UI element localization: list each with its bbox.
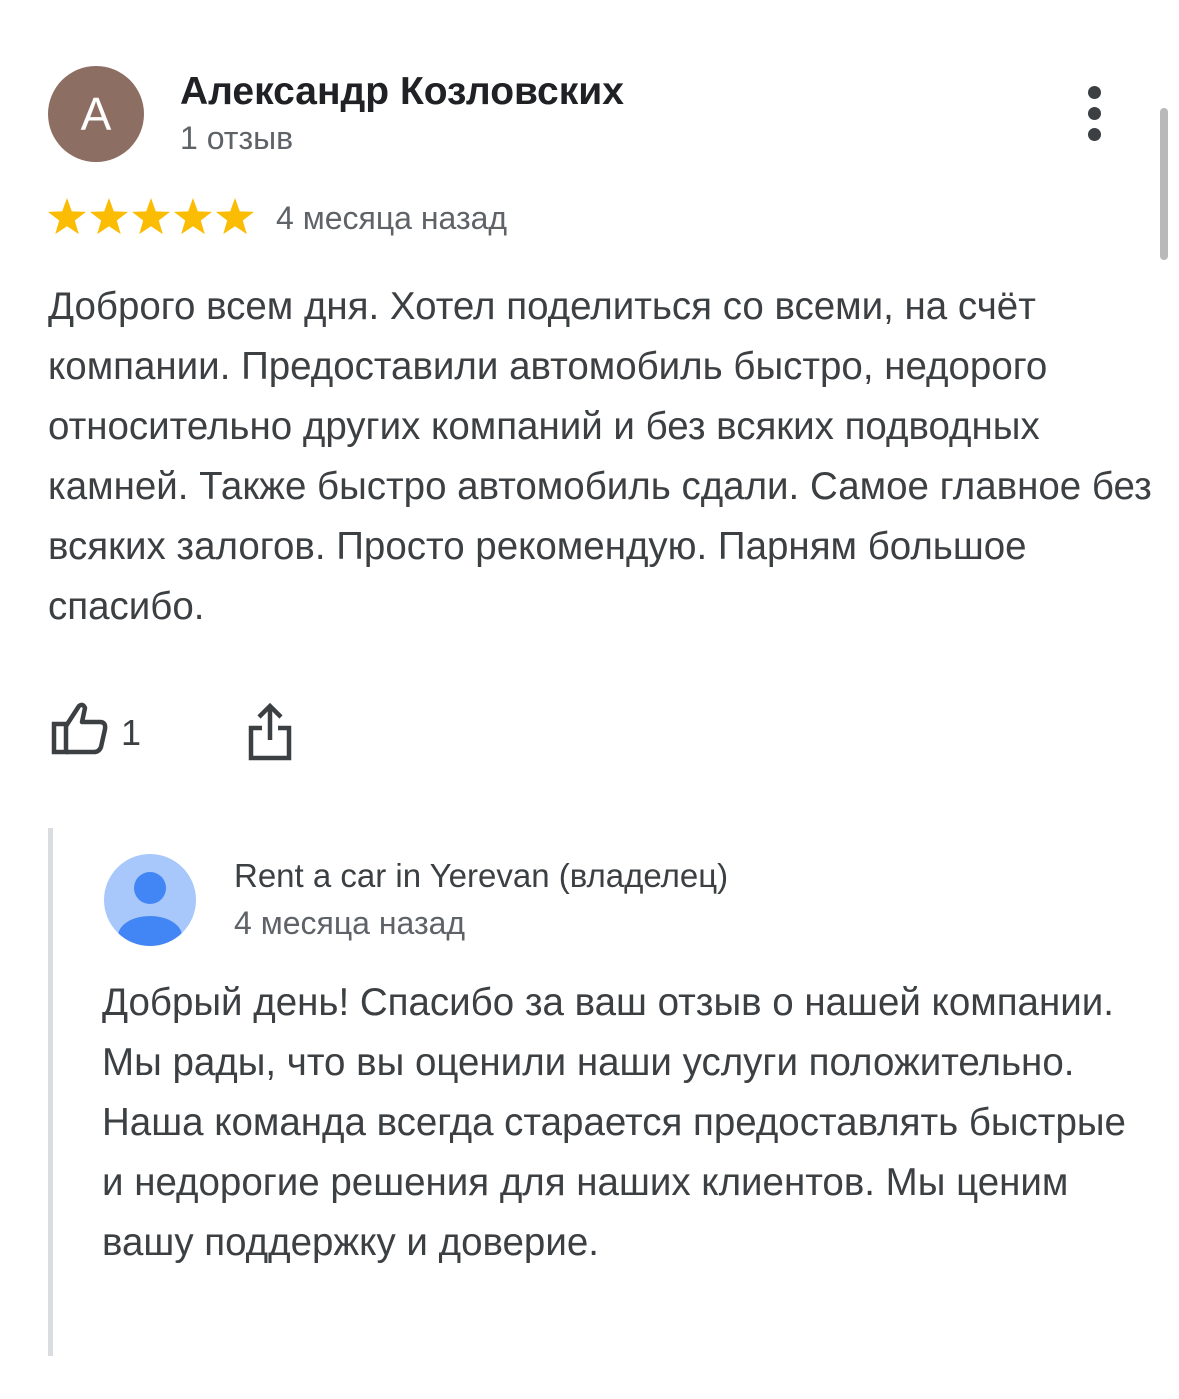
star-rating	[46, 196, 256, 240]
share-button[interactable]	[246, 702, 294, 762]
owner-reply-date: 4 месяца назад	[234, 905, 466, 941]
reviewer-name[interactable]: Александр Козловских	[180, 70, 624, 114]
review-date: 4 месяца назад	[276, 200, 508, 236]
like-button[interactable]	[50, 700, 110, 756]
review-count: 1 отзыв	[180, 120, 294, 156]
like-count: 1	[121, 712, 142, 753]
reply-divider	[48, 828, 53, 1356]
more-options-button[interactable]	[1075, 82, 1115, 146]
owner-name[interactable]: Rent a car in Yerevan (владелец)	[234, 857, 728, 895]
star-icon	[47, 198, 87, 235]
star-icon	[215, 198, 255, 235]
star-icon	[131, 198, 171, 235]
star-icon	[89, 198, 129, 235]
avatar[interactable]: A	[48, 66, 144, 162]
review-text: Доброго всем дня. Хотел поделиться со вс…	[48, 285, 1152, 628]
person-icon	[104, 854, 196, 946]
owner-reply-text: Добрый день! Спасибо за ваш отзыв о наше…	[102, 981, 1126, 1264]
more-vert-icon	[1088, 86, 1101, 99]
thumb-up-icon	[51, 702, 108, 755]
share-icon	[248, 702, 292, 761]
scrollbar[interactable]	[1160, 108, 1168, 260]
star-icon	[173, 198, 213, 235]
owner-avatar[interactable]	[104, 854, 196, 946]
